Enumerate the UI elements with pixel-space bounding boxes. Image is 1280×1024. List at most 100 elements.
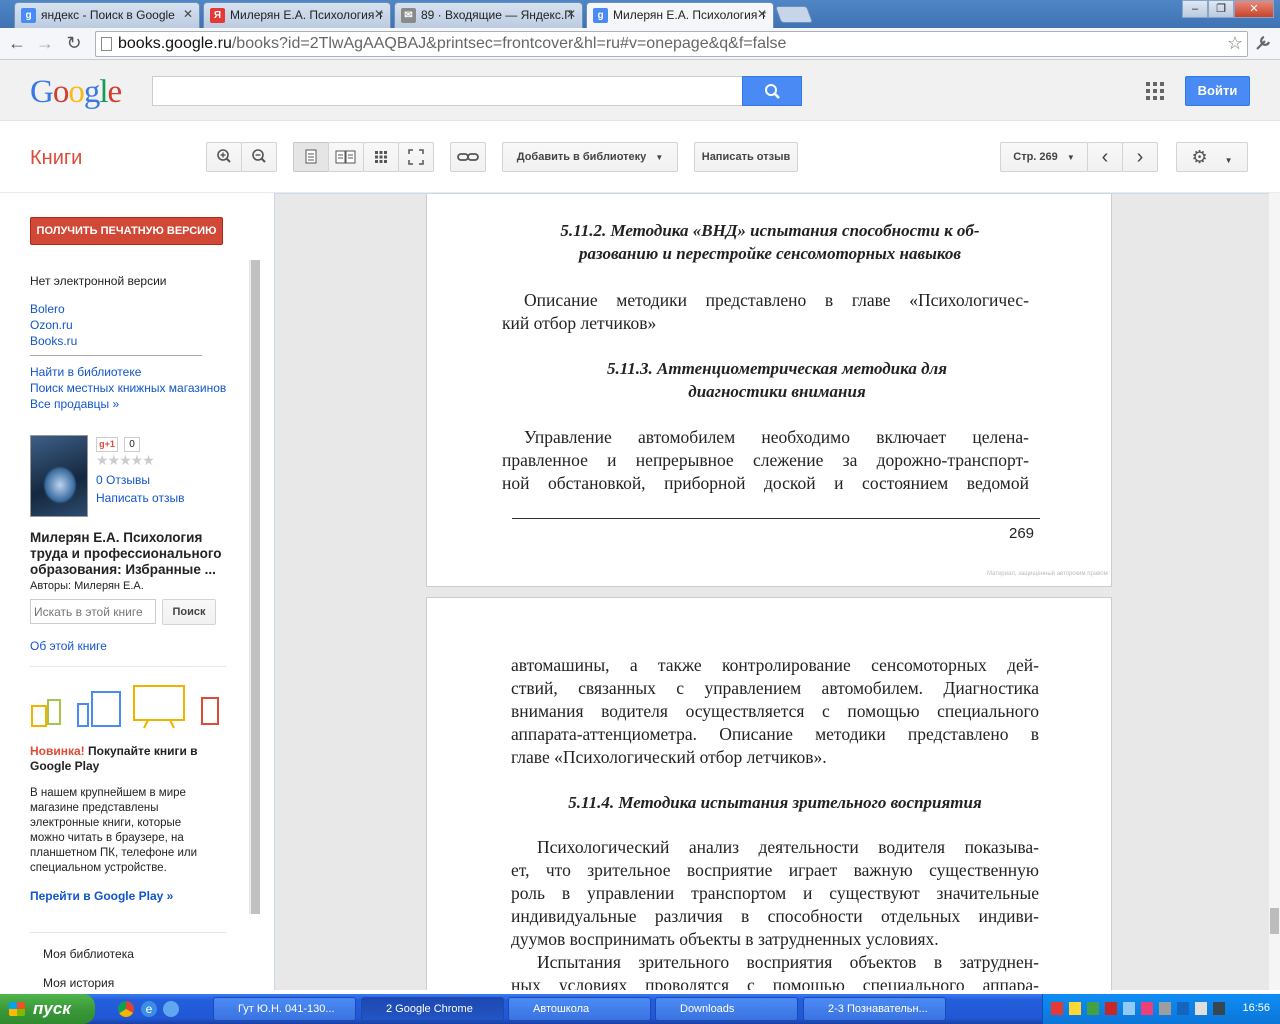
sidebar-scrollbar[interactable] [249, 260, 260, 914]
tray-app-icon[interactable] [1069, 1002, 1081, 1015]
menu-wrench-icon[interactable] [1253, 33, 1273, 53]
seller-link-ozon[interactable]: Ozon.ru [30, 318, 73, 332]
search-in-book-button[interactable]: Поиск [162, 599, 216, 625]
chevron-right-icon: › [1136, 146, 1144, 168]
tray-app-icon[interactable] [1141, 1002, 1153, 1015]
volume-icon[interactable] [1213, 1002, 1225, 1015]
tab-book-yandex[interactable]: Я Милерян Е.А. Психология т ✕ [203, 2, 391, 28]
paragraph: автомашины, а также контролирование сенс… [511, 654, 1039, 769]
link-button[interactable] [450, 142, 486, 172]
forward-icon[interactable]: → [34, 33, 56, 54]
all-sellers-link[interactable]: Все продавцы » [30, 397, 119, 411]
book-title-line: образования: Избранные ... [30, 562, 216, 577]
my-library-link[interactable]: Моя библиотека [43, 947, 134, 961]
promo-text-line: В нашем крупнейшем в мире [30, 787, 186, 799]
tab-google-search[interactable]: g яндекс - Поиск в Google ✕ [14, 2, 200, 28]
tab-title: яндекс - Поиск в Google [41, 8, 175, 22]
fullscreen-button[interactable] [398, 142, 434, 172]
paragraph-line: ет, что зрительное восприятие играет важ… [511, 860, 1039, 880]
tray-app-icon[interactable] [1051, 1002, 1063, 1015]
search-in-book-input[interactable] [30, 599, 156, 624]
google-search-button[interactable] [742, 76, 802, 106]
desktop-quicklaunch-icon[interactable] [163, 1001, 179, 1017]
chrome-quicklaunch-icon[interactable] [118, 1001, 134, 1017]
seller-link-bolero[interactable]: Bolero [30, 302, 65, 316]
write-review-link[interactable]: Написать отзыв [96, 491, 184, 505]
apps-grid-icon[interactable] [1146, 82, 1164, 100]
close-tab-icon[interactable]: ✕ [374, 7, 384, 21]
tab-yandex-mail[interactable]: ✉ 89 · Входящие — Яндекс.П ✕ [394, 2, 583, 28]
previous-page-button[interactable]: ‹ [1087, 142, 1123, 172]
start-button[interactable]: пуск [0, 994, 95, 1024]
url-path: /books?id=2TlwAgAAQBAJ&printsec=frontcov… [231, 35, 787, 52]
page-selector-dropdown[interactable]: Стр. 269 ▼ [1000, 142, 1088, 172]
taskbar-item-folder-downloads[interactable]: Downloads [655, 997, 798, 1021]
tray-app-icon[interactable] [1195, 1002, 1207, 1015]
google-search-input[interactable] [152, 76, 743, 106]
book-page-viewer[interactable]: 5.11.2. Методика «ВНД» испытания способн… [274, 193, 1280, 990]
maximize-button[interactable]: ❐ [1208, 0, 1234, 18]
signin-button[interactable]: Войти [1185, 76, 1250, 106]
close-tab-icon[interactable]: ✕ [566, 7, 576, 21]
minimize-button[interactable]: – [1182, 0, 1208, 18]
seller-link-books[interactable]: Books.ru [30, 334, 77, 348]
ie-quicklaunch-icon[interactable]: e [141, 1001, 157, 1017]
taskbar-item-folder-autoschool[interactable]: Автошкола [508, 997, 651, 1021]
tray-app-icon[interactable] [1087, 1002, 1099, 1015]
zoom-out-button[interactable] [241, 142, 277, 172]
heading-line: диагностики внимания [688, 382, 866, 401]
taskbar-item-chrome[interactable]: 2 Google Chrome [361, 997, 504, 1021]
close-window-button[interactable]: ✕ [1234, 0, 1274, 18]
tray-app-icon[interactable] [1105, 1002, 1117, 1015]
taskbar-item-word[interactable]: 2-3 Познавательн... [803, 997, 946, 1021]
book-page-270: автомашины, а также контролирование сенс… [426, 597, 1112, 990]
google-play-link[interactable]: Перейти в Google Play » [30, 889, 173, 903]
new-tab-button[interactable] [774, 6, 814, 23]
back-icon[interactable]: ← [6, 33, 28, 54]
tray-app-icon[interactable] [1123, 1002, 1135, 1015]
paragraph-line: ных условиях проводятся с помощью специа… [511, 975, 1039, 990]
tray-app-icon[interactable] [1159, 1002, 1171, 1015]
find-in-library-link[interactable]: Найти в библиотеке [30, 365, 141, 379]
address-bar[interactable]: books.google.ru/books?id=2TlwAgAAQBAJ&pr… [95, 31, 1248, 57]
next-page-button[interactable]: › [1122, 142, 1158, 172]
scrollbar-thumb[interactable] [1270, 908, 1279, 934]
promo-title-line: Google Play [30, 759, 100, 773]
taskbar-item-document[interactable]: Гут Ю.Н. 041-130... [213, 997, 356, 1021]
section-heading: 5.11.4. Методика испытания зрительного в… [568, 793, 982, 812]
about-book-link[interactable]: Об этой книге [30, 639, 107, 653]
viewer-scrollbar[interactable] [1269, 193, 1280, 990]
two-page-view-button[interactable] [328, 142, 364, 172]
settings-dropdown[interactable]: ⚙ ▼ [1176, 142, 1248, 172]
divider [30, 355, 202, 356]
system-clock[interactable]: 16:56 [1242, 1002, 1270, 1014]
reviews-link[interactable]: 0 Отзывы [96, 473, 150, 487]
reload-icon[interactable]: ↻ [63, 33, 85, 54]
page-icon [101, 37, 112, 51]
local-bookstores-link[interactable]: Поиск местных книжных магазинов [30, 381, 226, 395]
paragraph-line: кий отбор летчиков» [502, 313, 657, 333]
promo-text-line: магазине представлены [30, 802, 159, 814]
google-logo[interactable]: Google [30, 74, 122, 111]
gplus-count: 0 [124, 437, 140, 452]
thumbnail-view-button[interactable] [363, 142, 399, 172]
zoom-in-button[interactable] [206, 142, 242, 172]
one-page-view-button[interactable] [293, 142, 329, 172]
my-history-link[interactable]: Моя история [43, 976, 114, 990]
close-tab-icon[interactable]: ✕ [183, 7, 193, 21]
windows-taskbar: пуск e Гут Ю.Н. 041-130... 2 Google Chro… [0, 994, 1280, 1024]
scrollbar-thumb[interactable] [251, 260, 260, 914]
write-review-button[interactable]: Написать отзыв [694, 142, 798, 172]
book-cover-thumbnail[interactable] [30, 435, 88, 517]
tray-app-icon[interactable] [1177, 1002, 1189, 1015]
divider [30, 666, 226, 667]
single-page-icon [305, 149, 317, 164]
tab-book-google[interactable]: g Милерян Е.А. Психология т ✕ [586, 2, 774, 29]
close-tab-icon[interactable]: ✕ [757, 7, 767, 21]
zoom-out-icon [252, 149, 266, 163]
bookmark-star-icon[interactable]: ☆ [1227, 33, 1243, 54]
gplus-button[interactable]: g+1 [96, 437, 118, 452]
add-to-library-dropdown[interactable]: Добавить в библиотеку ▼ [502, 142, 678, 172]
books-title[interactable]: Книги [30, 147, 82, 170]
get-print-book-button[interactable]: ПОЛУЧИТЬ ПЕЧАТНУЮ ВЕРСИЮ [30, 217, 223, 245]
